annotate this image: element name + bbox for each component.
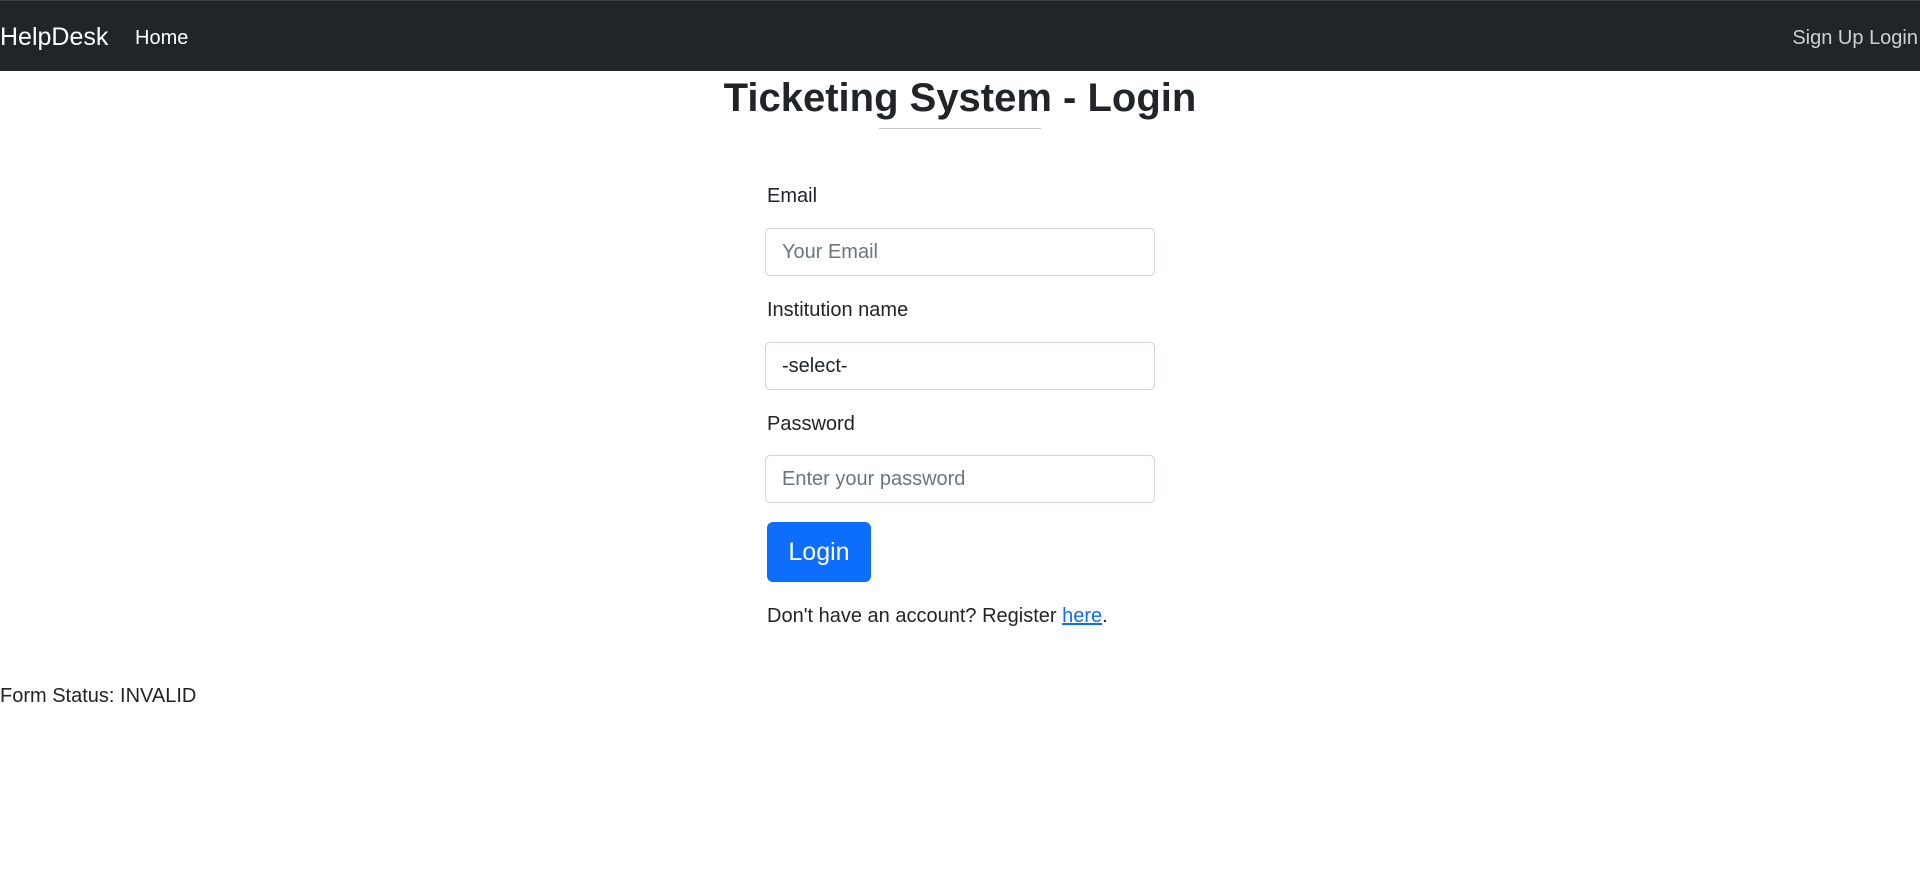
nav-home-link[interactable]: Home bbox=[135, 25, 188, 51]
register-prompt: Don't have an account? Register here. bbox=[767, 604, 1108, 628]
password-label: Password bbox=[767, 413, 855, 435]
page-title: Ticketing System - Login bbox=[723, 76, 1197, 120]
email-label: Email bbox=[767, 185, 818, 207]
top-navbar: HelpDesk Home Sign Up Login bbox=[0, 0, 1920, 71]
brand-logo-text[interactable]: HelpDesk bbox=[0, 22, 108, 52]
title-divider bbox=[879, 128, 1041, 129]
nav-login-link[interactable]: Login bbox=[1869, 27, 1918, 49]
nav-auth-links: Sign Up Login bbox=[1792, 25, 1918, 51]
register-link[interactable]: here bbox=[1062, 605, 1102, 627]
register-suffix: . bbox=[1102, 605, 1108, 627]
form-status-text: Form Status: INVALID bbox=[0, 685, 197, 707]
password-input[interactable] bbox=[765, 455, 1155, 503]
nav-signup-link[interactable]: Sign Up bbox=[1792, 27, 1863, 49]
email-input[interactable] bbox=[765, 228, 1155, 276]
institution-selected-value: -select- bbox=[782, 354, 848, 377]
institution-label: Institution name bbox=[767, 299, 909, 321]
register-prompt-text: Don't have an account? Register bbox=[767, 605, 1063, 627]
login-button[interactable]: Login bbox=[767, 522, 871, 582]
institution-select[interactable]: -select- bbox=[765, 342, 1155, 390]
